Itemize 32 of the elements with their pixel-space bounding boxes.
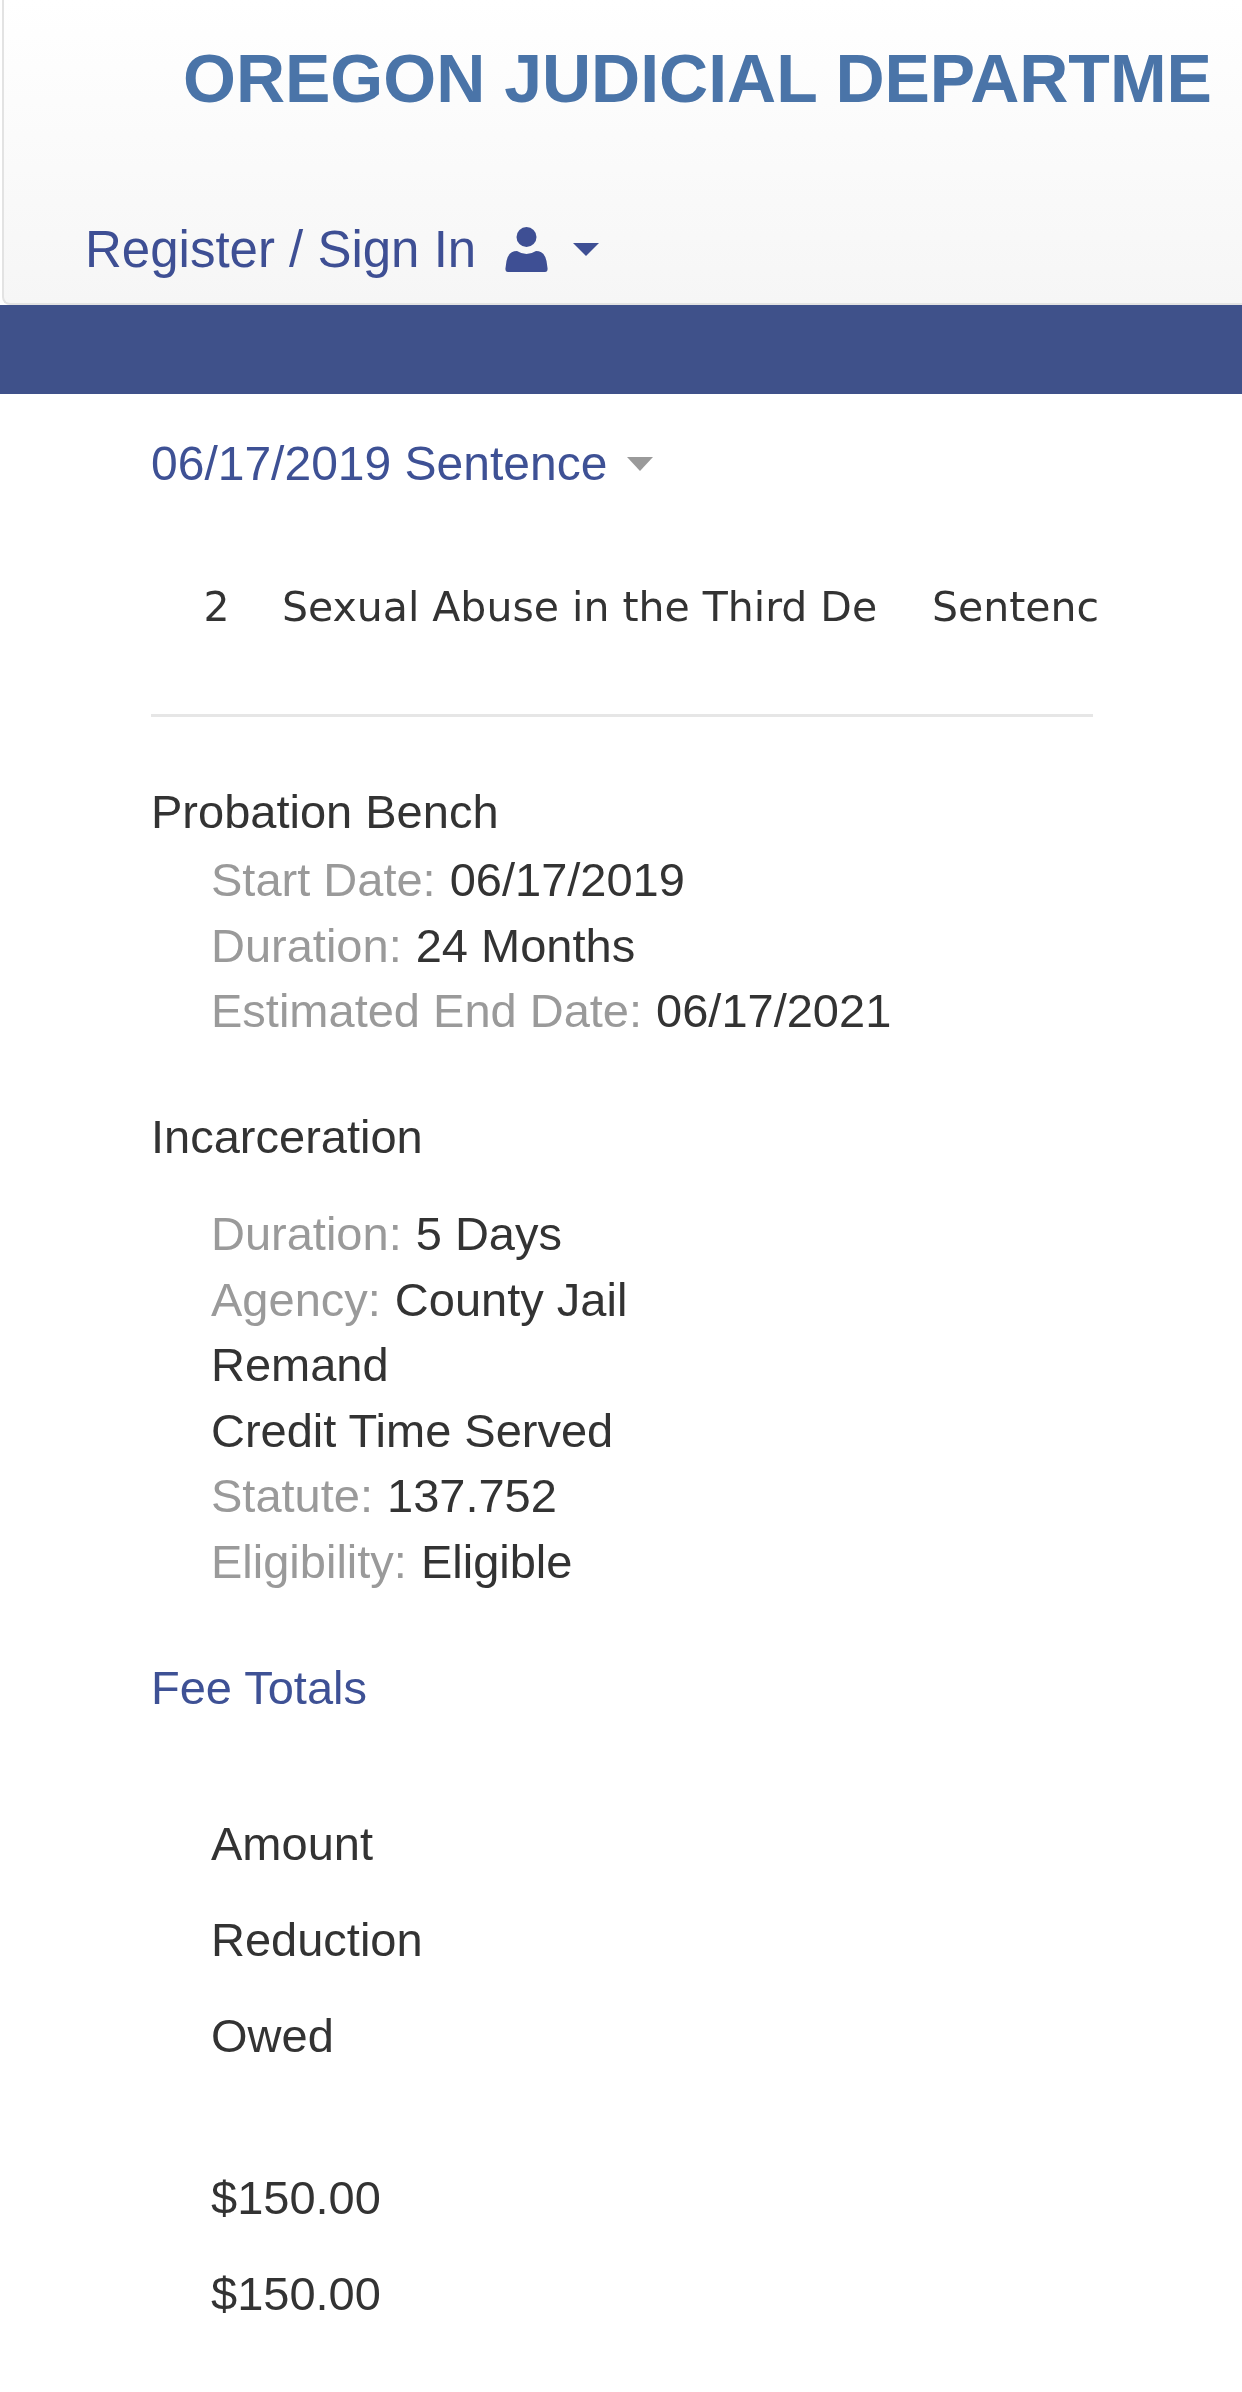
field-label: Statute: (211, 1468, 373, 1524)
caret-icon (627, 457, 654, 471)
caret-icon (573, 243, 600, 256)
fee-column-label: Owed (211, 2008, 334, 2062)
fee-column-label: Reduction (211, 1912, 423, 1966)
fee-column-label: Amount (211, 1816, 373, 1870)
field-value: 24 Months (415, 917, 636, 974)
field-value: County Jail (394, 1271, 628, 1328)
field-label: Eligibility: (211, 1533, 407, 1590)
section-heading: Incarceration (151, 1109, 423, 1165)
field-label: Duration: (211, 1206, 402, 1262)
field-value: 137.752 (387, 1468, 557, 1524)
site-title: OREGON JUDICIAL DEPARTME (183, 44, 1212, 112)
field-label: Duration: (211, 917, 402, 974)
table-cell: Sexual Abuse in the Third De (282, 587, 878, 628)
field-value: Credit Time Served (211, 1402, 614, 1459)
section-heading: Probation Bench (151, 784, 499, 840)
table-cell: Sentenc (932, 587, 1100, 628)
fee-totals-link[interactable]: Fee Totals (151, 1655, 367, 1721)
sentence-dropdown[interactable]: 06/17/2019 Sentence (151, 440, 654, 488)
fee-amount: $150.00 (211, 2170, 381, 2224)
field-label: Agency: (211, 1271, 381, 1328)
field-value: 06/17/2021 (656, 983, 892, 1039)
field-label: Estimated End Date: (211, 983, 643, 1039)
fee-amount: $150.00 (211, 2266, 381, 2320)
field-value: 06/17/2019 (449, 852, 685, 908)
field-value: 5 Days (415, 1206, 562, 1262)
field-value: Remand (211, 1337, 389, 1393)
user-icon (505, 227, 549, 272)
field-value: Eligible (420, 1533, 573, 1590)
field-label: Start Date: (211, 852, 436, 908)
table-cell: 2 (203, 587, 230, 628)
